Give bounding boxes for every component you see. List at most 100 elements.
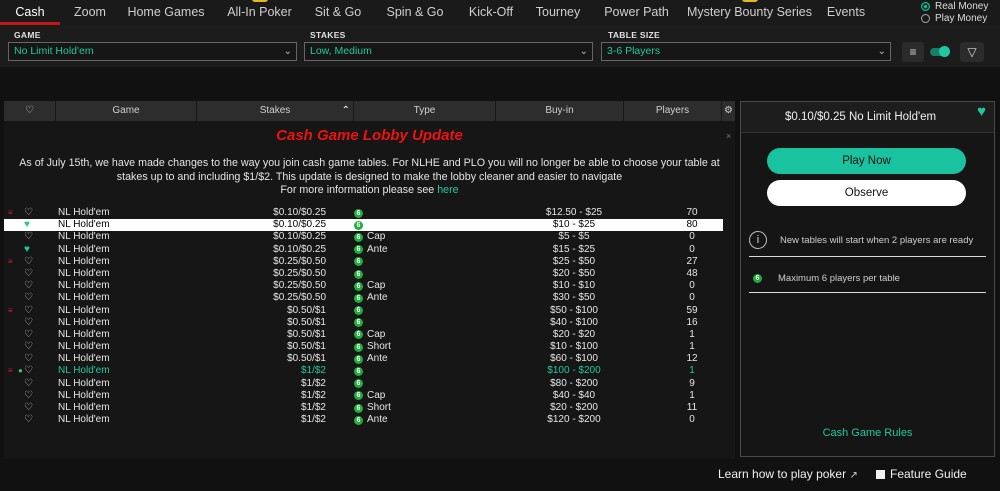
tab-label: Sit & Go xyxy=(314,5,362,19)
players-column-header[interactable]: Players xyxy=(624,101,722,121)
table-row[interactable]: ♡ NL Hold'em $1/$2 6 Cap $40 - $40 1 xyxy=(4,390,735,402)
buyin-column-header[interactable]: Buy-in xyxy=(496,101,624,121)
game-cell: NL Hold'em xyxy=(58,304,110,316)
game-column-header[interactable]: Game xyxy=(56,101,197,121)
tab-power-path[interactable]: Power Path xyxy=(595,0,678,25)
table-row[interactable]: ♡ NL Hold'em $1/$2 6 Short $20 - $200 11 xyxy=(4,402,735,414)
game-cell: NL Hold'em xyxy=(58,414,110,426)
stakes-select[interactable]: Low, Medium ⌄ xyxy=(304,42,593,61)
table-row[interactable]: ♡ NL Hold'em $0.10/$0.25 6 Cap $5 - $5 0 xyxy=(4,231,735,243)
table-row[interactable]: ≡ ● ♡ NL Hold'em $1/$2 6 $100 - $200 1 xyxy=(4,365,735,377)
heart-icon[interactable]: ♡ xyxy=(24,341,33,353)
real-money-radio[interactable] xyxy=(921,1,930,11)
heart-icon[interactable]: ♡ xyxy=(24,390,33,402)
game-cell: NL Hold'em xyxy=(58,207,110,218)
heart-icon[interactable]: ♡ xyxy=(24,280,33,292)
table-row[interactable]: ♡ NL Hold'em $0.25/$0.50 6 $20 - $50 48 xyxy=(4,268,735,280)
table-row[interactable]: ≡ ♡ NL Hold'em $0.50/$1 6 $50 - $100 59 xyxy=(4,305,735,317)
tab-events[interactable]: Events xyxy=(821,0,871,25)
heart-icon[interactable]: ♡ xyxy=(24,256,33,268)
heart-filled-icon[interactable]: ♥ xyxy=(24,244,30,256)
tab-cash[interactable]: Cash xyxy=(0,0,60,25)
table-row[interactable]: ♡ NL Hold'em $0.50/$1 6 Short $10 - $100 1 xyxy=(4,341,735,353)
external-link-icon: ↗ xyxy=(849,470,858,481)
tab-sit-go[interactable]: Sit & Go xyxy=(307,0,369,25)
filter-list-icon[interactable]: ≡ xyxy=(902,42,924,62)
observe-button[interactable]: Observe xyxy=(767,180,966,206)
favorite-cell: ≡ ♡ xyxy=(4,256,44,268)
table-row[interactable]: ≡ ♡ NL Hold'em $0.10/$0.25 6 $12.50 - $25 70 xyxy=(4,207,735,219)
learn-poker-link[interactable]: Learn how to play poker ↗ xyxy=(718,467,858,481)
buyin-cell: $15 - $25 xyxy=(552,243,596,255)
favorite-cell: ♡ xyxy=(4,341,44,353)
heart-filled-icon[interactable]: ♥ xyxy=(24,219,30,231)
play-money-radio[interactable] xyxy=(921,13,930,23)
heart-icon[interactable]: ♡ xyxy=(24,305,33,317)
stakes-cell: $0.25/$0.50 xyxy=(273,292,326,304)
tab-home-games[interactable]: Home Games xyxy=(120,0,212,25)
six-max-icon: 6 xyxy=(354,367,363,377)
buyin-cell: $12.50 - $25 xyxy=(545,207,603,218)
heart-icon[interactable]: ♡ xyxy=(24,414,33,426)
favorite-cell: ≡ ♡ xyxy=(4,305,44,317)
heart-icon[interactable]: ♡ xyxy=(24,317,33,329)
close-icon[interactable]: × xyxy=(726,131,731,141)
table-scrollbar[interactable] xyxy=(723,123,735,459)
table-row[interactable]: ♡ NL Hold'em $0.25/$0.50 6 Cap $10 - $10 0 xyxy=(4,280,735,292)
stakes-cell: $1/$2 xyxy=(300,377,326,389)
chevron-down-icon: ⌄ xyxy=(283,46,292,57)
real-money-option[interactable]: Real Money xyxy=(918,0,1000,12)
heart-icon[interactable]: ♡ xyxy=(24,231,33,243)
table-row[interactable]: ♡ NL Hold'em $0.25/$0.50 6 Ante $30 - $50 0 xyxy=(4,292,735,304)
heart-icon[interactable]: ♡ xyxy=(24,329,33,341)
table-row[interactable]: ♥ NL Hold'em $0.10/$0.25 6 Ante $15 - $25 0 xyxy=(4,244,735,256)
buyin-cell: $25 - $50 xyxy=(552,255,596,267)
table-size-select[interactable]: 3-6 Players ⌄ xyxy=(601,42,891,61)
stakes-cell: $0.50/$1 xyxy=(287,341,326,353)
table-row[interactable]: ♡ NL Hold'em $0.50/$1 6 Cap $20 - $20 1 xyxy=(4,329,735,341)
stakes-cell: $0.25/$0.50 xyxy=(273,280,326,292)
tab-tourney[interactable]: Tourney xyxy=(521,0,595,25)
heart-icon[interactable]: ♡ xyxy=(24,402,33,414)
table-row[interactable]: ♡ NL Hold'em $0.50/$1 6 $40 - $100 16 xyxy=(4,317,735,329)
cash-game-rules-link[interactable]: Cash Game Rules xyxy=(741,427,994,439)
heart-icon[interactable]: ♡ xyxy=(24,365,33,377)
heart-icon[interactable]: ♡ xyxy=(24,378,33,390)
filter-toggle-switch[interactable] xyxy=(930,46,950,57)
table-row[interactable]: ♡ NL Hold'em $1/$2 6 $80 - $200 9 xyxy=(4,378,735,390)
type-column-header[interactable]: Type xyxy=(354,101,496,121)
favorite-cell: ♡ xyxy=(4,231,44,243)
filter-settings-icon[interactable]: ▽ xyxy=(960,42,984,62)
table-row[interactable]: ♥ NL Hold'em $0.10/$0.25 6 $10 - $25 80 xyxy=(4,219,735,232)
feature-guide-button[interactable]: Feature Guide xyxy=(876,467,967,481)
table-row[interactable]: ♡ NL Hold'em $0.50/$1 6 Ante $60 - $100 12 xyxy=(4,353,735,365)
table-row[interactable]: ♡ NL Hold'em $1/$2 6 Ante $120 - $200 0 xyxy=(4,414,735,426)
stakes-header-label: Stakes xyxy=(259,105,291,116)
column-settings-gear-icon[interactable]: ⚙ xyxy=(722,101,735,121)
stakes-cell: $0.10/$0.25 xyxy=(273,219,326,231)
play-money-option[interactable]: Play Money xyxy=(918,12,1000,24)
bottom-bar: Learn how to play poker ↗ Feature Guide xyxy=(0,459,1000,491)
stakes-cell: $0.10/$0.25 xyxy=(273,231,326,243)
stakes-cell: $0.10/$0.25 xyxy=(273,207,326,218)
game-select-value: No Limit Hold'em xyxy=(14,45,94,57)
heart-icon[interactable]: ♡ xyxy=(24,292,33,304)
tab-all-in-poker[interactable]: All-In Poker xyxy=(212,0,307,25)
heart-icon[interactable]: ♡ xyxy=(24,268,33,280)
tab-zoom[interactable]: Zoom xyxy=(60,0,120,25)
type-cell: 6 xyxy=(339,219,499,231)
favorite-column-header[interactable]: ♡ xyxy=(4,101,56,121)
heart-filled-icon[interactable]: ♥ xyxy=(977,104,986,120)
tab-kick-off[interactable]: Kick-Off xyxy=(461,0,521,25)
play-now-button[interactable]: Play Now xyxy=(767,148,966,174)
game-select[interactable]: No Limit Hold'em ⌄ xyxy=(8,42,297,61)
tab-mystery-bounty-series[interactable]: Mystery Bounty Series xyxy=(678,0,821,25)
announcement-here-link[interactable]: here xyxy=(437,184,458,196)
heart-icon[interactable]: ♡ xyxy=(24,353,33,365)
stakes-column-header[interactable]: Stakes ⌃ xyxy=(197,101,354,121)
favorite-cell: ♡ xyxy=(4,292,44,304)
buyin-cell: $60 - $100 xyxy=(550,353,598,365)
heart-icon[interactable]: ♡ xyxy=(24,207,33,219)
tab-spin-go[interactable]: Spin & Go xyxy=(369,0,461,25)
table-row[interactable]: ≡ ♡ NL Hold'em $0.25/$0.50 6 $25 - $50 27 xyxy=(4,256,735,268)
